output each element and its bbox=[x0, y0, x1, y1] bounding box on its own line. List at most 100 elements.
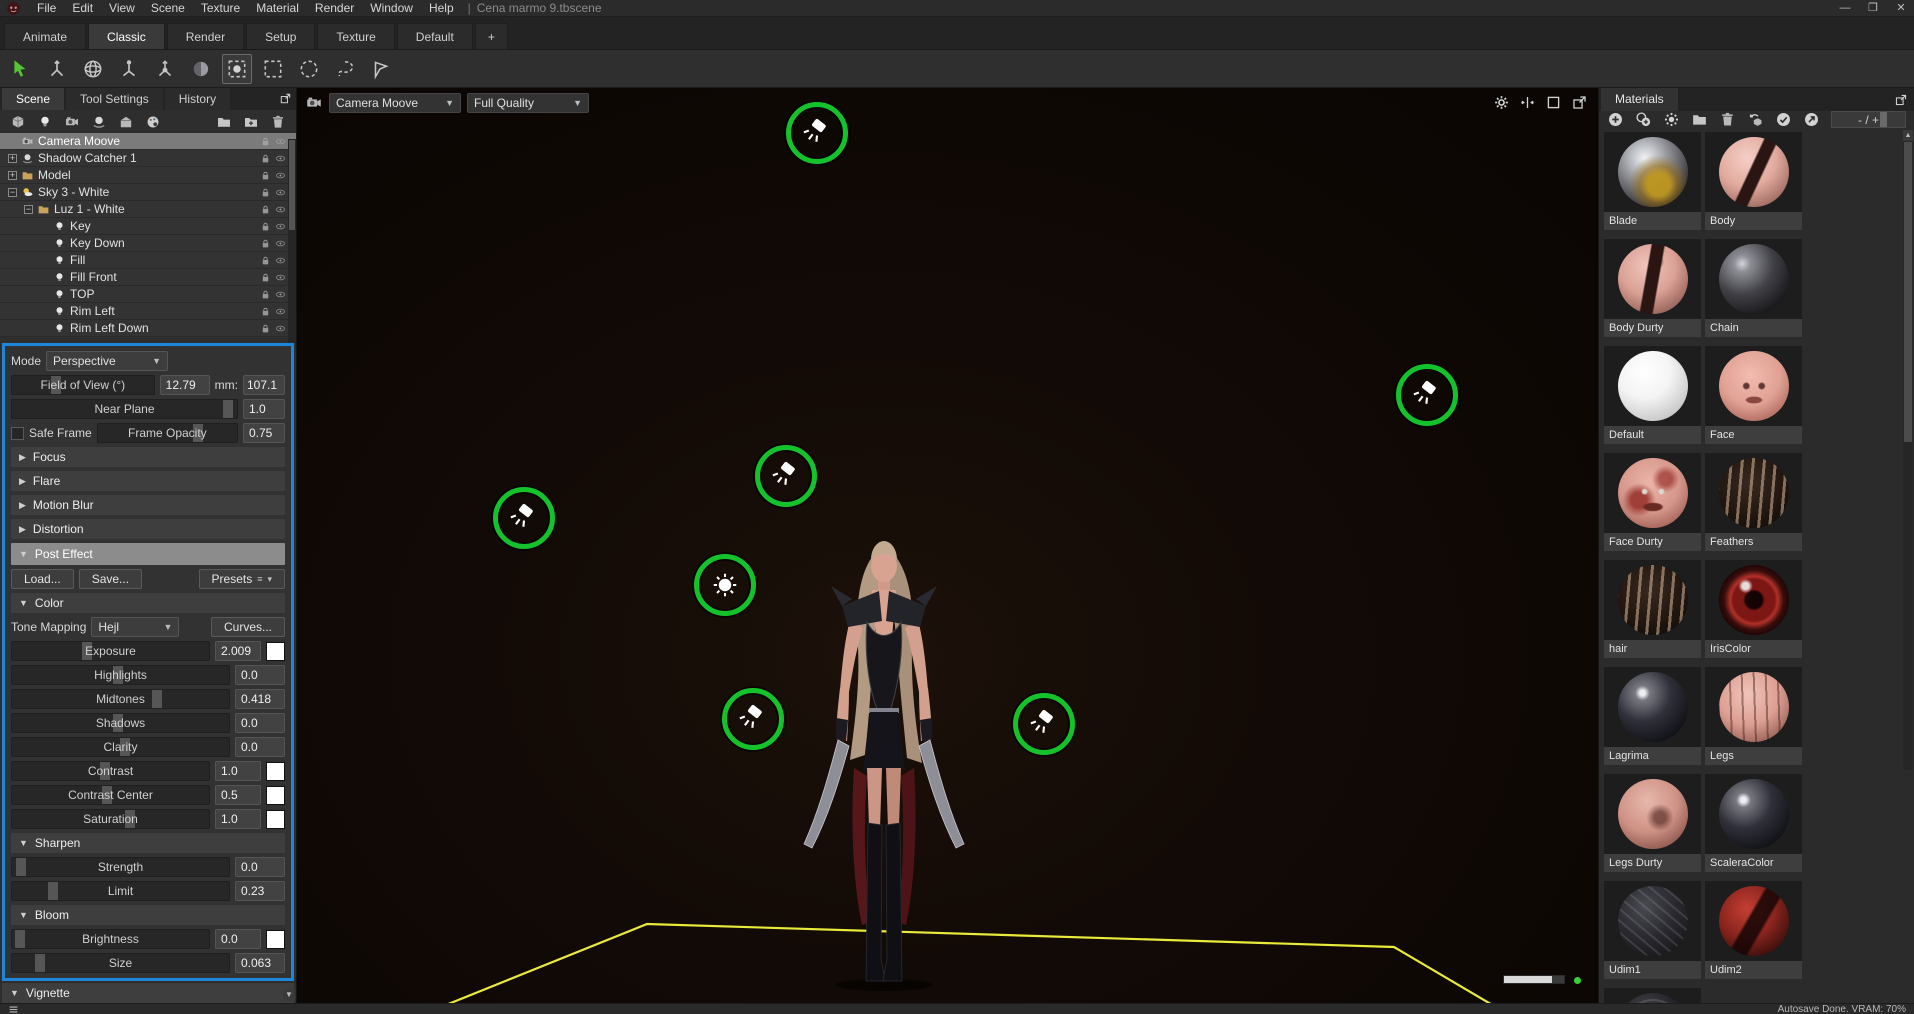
material-tile-body-durty[interactable]: Body Durty bbox=[1604, 239, 1701, 337]
material-tile-hair[interactable]: hair bbox=[1604, 560, 1701, 658]
workspace-tab-setup[interactable]: Setup bbox=[246, 23, 316, 49]
paint-select-tool[interactable] bbox=[366, 54, 396, 84]
material-tile-udim1[interactable]: Udim1 bbox=[1604, 881, 1701, 979]
scale-tool[interactable] bbox=[114, 54, 144, 84]
visibility-toggle[interactable] bbox=[275, 221, 286, 232]
tree-row-model[interactable]: + Model bbox=[0, 167, 296, 184]
apply-material-button[interactable] bbox=[1775, 111, 1792, 128]
tree-row-fill[interactable]: Fill bbox=[0, 252, 296, 269]
add-light-button[interactable] bbox=[37, 114, 53, 130]
size-slider[interactable]: Size bbox=[11, 953, 230, 973]
menu-render[interactable]: Render bbox=[307, 0, 362, 16]
light-gizmo-right[interactable] bbox=[1396, 364, 1458, 426]
translate-pivot-tool[interactable] bbox=[150, 54, 180, 84]
material-tile-iriscolor[interactable]: IrisColor bbox=[1705, 560, 1802, 658]
material-tile-face[interactable]: Face bbox=[1705, 346, 1802, 444]
workspace-tab-render[interactable]: Render bbox=[166, 23, 245, 49]
lock-toggle[interactable] bbox=[260, 187, 271, 198]
material-tile-lagrima[interactable]: Lagrima bbox=[1604, 667, 1701, 765]
clarity-slider[interactable]: Clarity bbox=[11, 737, 230, 757]
duplicate-material-button[interactable] bbox=[1635, 111, 1652, 128]
visibility-toggle[interactable] bbox=[275, 204, 286, 215]
visibility-toggle[interactable] bbox=[275, 255, 286, 266]
light-gizmo-upper-middle[interactable] bbox=[755, 445, 817, 507]
contrast-slider[interactable]: Contrast bbox=[11, 761, 210, 781]
materials-tab[interactable]: Materials bbox=[1601, 88, 1678, 111]
new-material-button[interactable] bbox=[1607, 111, 1624, 128]
panel-scroll-down-button[interactable]: ▼ bbox=[283, 989, 295, 1001]
viewport-scrub-slider[interactable] bbox=[1503, 975, 1565, 984]
bloom-section-header[interactable]: ▼ Bloom bbox=[11, 905, 285, 925]
thumbnail-size-control[interactable]: - / + bbox=[1831, 111, 1906, 128]
panel-tab-scene[interactable]: Scene bbox=[2, 88, 65, 111]
lock-toggle[interactable] bbox=[260, 153, 271, 164]
minimize-window-button[interactable]: — bbox=[1836, 0, 1854, 16]
close-window-button[interactable]: ✕ bbox=[1892, 0, 1910, 16]
add-camera-button[interactable] bbox=[64, 114, 80, 130]
delete-object-button[interactable] bbox=[270, 114, 286, 130]
exposure-value[interactable]: 2.009 bbox=[215, 641, 261, 661]
visibility-toggle[interactable] bbox=[275, 289, 286, 300]
highlights-slider[interactable]: Highlights bbox=[11, 665, 230, 685]
contrast-color-swatch[interactable] bbox=[266, 761, 285, 781]
highlights-value[interactable]: 0.0 bbox=[235, 665, 285, 685]
post-effect-header[interactable]: ▼ Post Effect bbox=[11, 543, 285, 565]
new-material-folder-button[interactable] bbox=[1691, 111, 1708, 128]
limit-value[interactable]: 0.23 bbox=[235, 881, 285, 901]
viewport-3d[interactable]: Camera Moove ▼ Full Quality ▼ bbox=[297, 88, 1598, 1003]
visibility-toggle[interactable] bbox=[275, 153, 286, 164]
size-value[interactable]: 0.063 bbox=[235, 953, 285, 973]
light-gizmo-left[interactable] bbox=[493, 487, 555, 549]
tree-expander[interactable]: + bbox=[8, 153, 17, 163]
material-tile-udim2[interactable]: Udim2 bbox=[1705, 881, 1802, 979]
scene-tree-scrollbar[interactable] bbox=[288, 139, 296, 343]
tone-mapping-dropdown[interactable]: Hejl ▼ bbox=[91, 617, 180, 637]
lock-toggle[interactable] bbox=[260, 255, 271, 266]
panel-tab-history[interactable]: History bbox=[164, 88, 231, 111]
light-gizmo-top[interactable] bbox=[786, 102, 848, 164]
viewport-quality-dropdown[interactable]: Full Quality ▼ bbox=[467, 93, 589, 113]
menu-view[interactable]: View bbox=[101, 0, 143, 16]
tree-row-camera-moove[interactable]: Camera Moove bbox=[0, 133, 296, 150]
material-tile-chain[interactable]: Chain bbox=[1705, 239, 1802, 337]
sun-light-gizmo[interactable] bbox=[694, 554, 756, 616]
lock-toggle[interactable] bbox=[260, 204, 271, 215]
visibility-toggle[interactable] bbox=[275, 187, 286, 198]
new-folder-button[interactable] bbox=[216, 114, 232, 130]
tree-row-top[interactable]: TOP bbox=[0, 286, 296, 303]
materials-popout-icon[interactable] bbox=[1894, 93, 1908, 107]
menu-texture[interactable]: Texture bbox=[193, 0, 248, 16]
visibility-toggle[interactable] bbox=[275, 238, 286, 249]
rotate-tool[interactable] bbox=[78, 54, 108, 84]
panel-popout-icon[interactable] bbox=[279, 92, 292, 105]
visibility-toggle[interactable] bbox=[275, 136, 286, 147]
tree-expander[interactable]: + bbox=[8, 170, 17, 180]
visibility-toggle[interactable] bbox=[275, 170, 286, 181]
menu-scene[interactable]: Scene bbox=[143, 0, 193, 16]
add-backdrop-button[interactable] bbox=[118, 114, 134, 130]
tree-row-rim-left[interactable]: Rim Left bbox=[0, 303, 296, 320]
saturation-slider[interactable]: Saturation bbox=[11, 809, 210, 829]
add-material-button[interactable] bbox=[145, 114, 161, 130]
lock-toggle[interactable] bbox=[260, 221, 271, 232]
lock-toggle[interactable] bbox=[260, 323, 271, 334]
vignette-section-header[interactable]: ▼ Vignette bbox=[2, 983, 294, 1003]
saturation-color-swatch[interactable] bbox=[266, 809, 285, 829]
assign-material-button[interactable] bbox=[1747, 111, 1764, 128]
curves-button[interactable]: Curves... bbox=[210, 617, 285, 637]
frame-opacity-value[interactable]: 0.75 bbox=[243, 423, 285, 443]
workspace-tab-texture[interactable]: Texture bbox=[317, 23, 395, 49]
material-tile-default[interactable]: Default bbox=[1604, 346, 1701, 444]
menu-help[interactable]: Help bbox=[421, 0, 462, 16]
light-gizmo-lower-left[interactable] bbox=[722, 688, 784, 750]
lock-toggle[interactable] bbox=[260, 238, 271, 249]
contrast-center-slider[interactable]: Contrast Center bbox=[11, 785, 210, 805]
material-tile-body[interactable]: Body bbox=[1705, 132, 1802, 230]
tree-expander[interactable]: − bbox=[24, 204, 33, 214]
flare-section-header[interactable]: ▶ Flare bbox=[11, 471, 285, 491]
marquee-select-tool[interactable] bbox=[222, 53, 252, 84]
materials-scrollbar[interactable]: ▲ bbox=[1903, 130, 1913, 770]
material-presets-button[interactable] bbox=[1663, 111, 1680, 128]
translate-tool[interactable] bbox=[42, 54, 72, 84]
character-model[interactable] bbox=[784, 528, 984, 998]
